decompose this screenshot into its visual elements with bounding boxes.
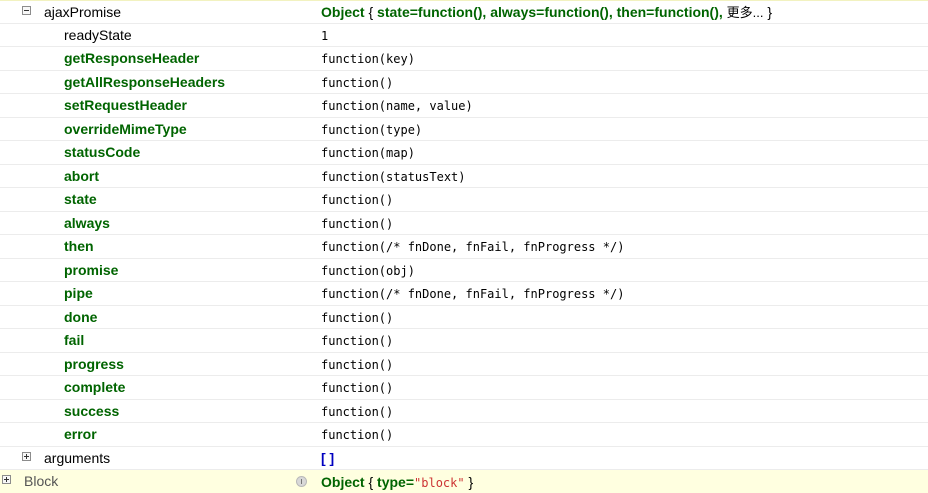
property-value[interactable]: function(/* fnDone, fnFail, fnProgress *… (321, 239, 624, 255)
property-name[interactable]: arguments (44, 450, 110, 467)
property-value[interactable]: 1 (321, 28, 328, 44)
property-value[interactable]: function(/* fnDone, fnFail, fnProgress *… (321, 286, 624, 302)
property-value[interactable]: function(obj) (321, 263, 415, 279)
tree-row-ajaxpromise[interactable]: ajaxPromise Object { state=function(), a… (0, 0, 928, 24)
tree-row-property[interactable]: done function() (0, 306, 928, 329)
property-name[interactable]: readyState (64, 27, 132, 44)
tree-row-block[interactable]: Block Object { type="block" } (0, 470, 928, 493)
dom-property-panel: ajaxPromise Object { state=function(), a… (0, 0, 928, 493)
property-value[interactable]: function() (321, 427, 393, 443)
tree-row-property[interactable]: overrideMimeType function(type) (0, 118, 928, 141)
property-name[interactable]: Block (24, 473, 58, 490)
expand-plus-icon[interactable] (2, 475, 11, 484)
tree-row-property[interactable]: abort function(statusText) (0, 165, 928, 188)
property-name[interactable]: success (64, 403, 119, 420)
tree-row-property[interactable]: getAllResponseHeaders function() (0, 71, 928, 94)
property-value-object[interactable]: Object { type="block" } (321, 473, 473, 492)
property-list: readyState 1 getResponseHeader function(key… (0, 24, 928, 447)
property-name[interactable]: promise (64, 262, 118, 279)
property-name[interactable]: overrideMimeType (64, 121, 187, 138)
property-name[interactable]: error (64, 426, 97, 443)
property-value-object[interactable]: Object { state=function(), always=functi… (321, 3, 772, 22)
tree-row-property[interactable]: complete function() (0, 376, 928, 400)
tree-row-property[interactable]: readyState 1 (0, 24, 928, 47)
property-value[interactable]: function() (321, 216, 393, 232)
close-brace: } (468, 474, 474, 490)
tree-row-property[interactable]: error function() (0, 423, 928, 447)
property-name[interactable]: statusCode (64, 144, 140, 161)
tree-row-property[interactable]: pipe function(/* fnDone, fnFail, fnProgre… (0, 282, 928, 306)
property-name[interactable]: fail (64, 332, 84, 349)
property-value[interactable]: function(map) (321, 145, 415, 161)
object-type-label: Object (321, 474, 365, 490)
close-brace: } (767, 4, 773, 20)
collapse-minus-icon[interactable] (22, 6, 31, 15)
property-name[interactable]: complete (64, 379, 125, 396)
property-name[interactable]: always (64, 215, 110, 232)
tree-row-property[interactable]: progress function() (0, 353, 928, 376)
tree-row-property[interactable]: success function() (0, 400, 928, 423)
property-value[interactable]: function() (321, 310, 393, 326)
tree-row-property[interactable]: promise function(obj) (0, 259, 928, 282)
property-value[interactable]: function() (321, 75, 393, 91)
object-key: type= (377, 474, 415, 490)
tree-row-property[interactable]: getResponseHeader function(key) (0, 47, 928, 71)
tree-row-property[interactable]: always function() (0, 212, 928, 235)
info-icon (296, 476, 307, 487)
tree-row-property[interactable]: setRequestHeader function(name, value) (0, 94, 928, 118)
open-brace: { (368, 474, 374, 490)
property-name[interactable]: pipe (64, 285, 93, 302)
property-value-array[interactable]: [ ] (321, 449, 334, 467)
property-name[interactable]: setRequestHeader (64, 97, 187, 114)
tree-row-property[interactable]: fail function() (0, 329, 928, 353)
object-type-label: Object (321, 4, 365, 20)
property-value[interactable]: function(type) (321, 122, 422, 138)
property-value[interactable]: function(statusText) (321, 169, 466, 185)
tree-row-property[interactable]: statusCode function(map) (0, 141, 928, 165)
property-name[interactable]: abort (64, 168, 99, 185)
object-summary: state=function(), always=function(), the… (377, 4, 723, 20)
property-value[interactable]: function() (321, 380, 393, 396)
tree-row-property[interactable]: then function(/* fnDone, fnFail, fnProgre… (0, 235, 928, 259)
property-value[interactable]: function(name, value) (321, 98, 473, 114)
property-name[interactable]: getAllResponseHeaders (64, 74, 225, 91)
property-name[interactable]: progress (64, 356, 124, 373)
property-value[interactable]: function() (321, 404, 393, 420)
open-brace: { (368, 4, 374, 20)
property-value[interactable]: function(key) (321, 51, 415, 67)
property-value[interactable]: function() (321, 192, 393, 208)
property-value[interactable]: function() (321, 357, 393, 373)
expand-plus-icon[interactable] (22, 451, 31, 461)
tree-row-property[interactable]: state function() (0, 188, 928, 212)
tree-row-arguments[interactable]: arguments [ ] (0, 447, 928, 470)
property-name[interactable]: getResponseHeader (64, 50, 199, 67)
property-name[interactable]: done (64, 309, 97, 326)
more-link[interactable]: 更多... (727, 5, 764, 20)
property-name[interactable]: ajaxPromise (44, 4, 121, 21)
property-value[interactable]: function() (321, 333, 393, 349)
property-name[interactable]: then (64, 238, 94, 255)
string-value: "block" (414, 476, 465, 490)
property-name[interactable]: state (64, 191, 97, 208)
